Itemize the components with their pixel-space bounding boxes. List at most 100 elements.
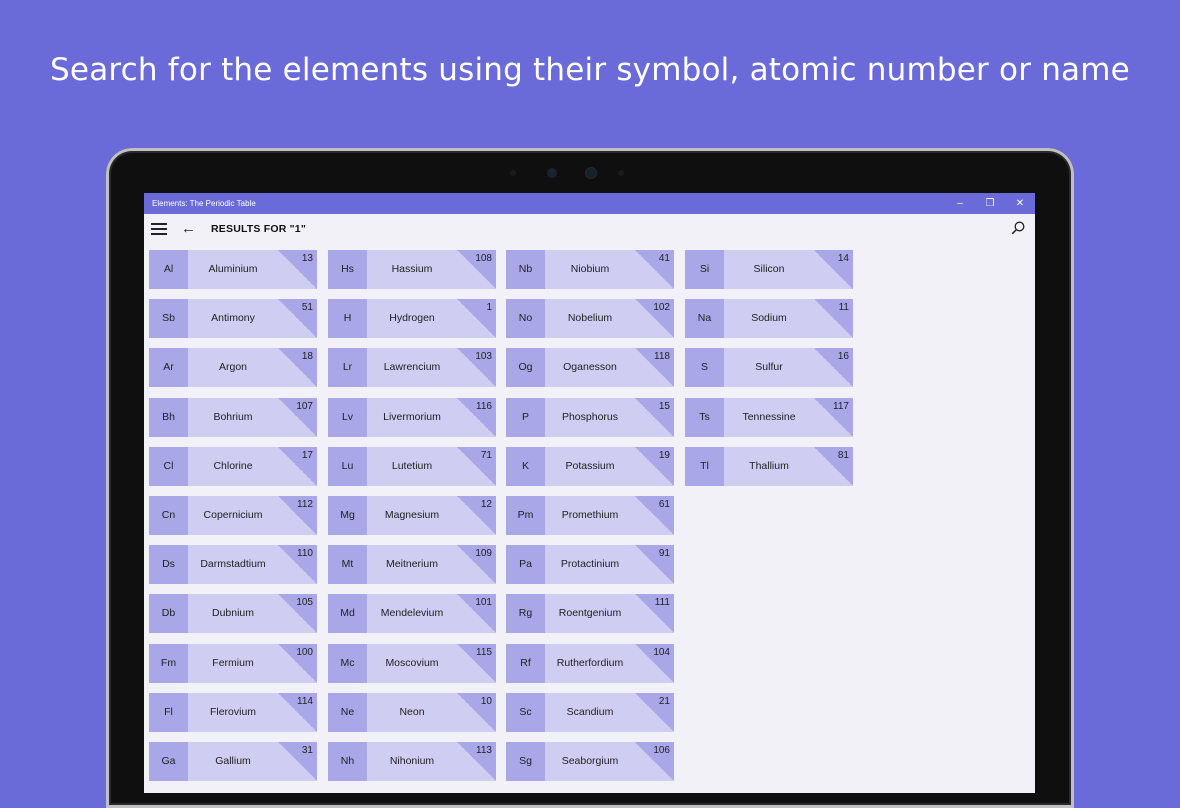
element-symbol: K [506, 447, 545, 486]
close-button[interactable]: ✕ [1005, 193, 1035, 214]
element-card[interactable]: Nh Nihonium 113 [328, 742, 496, 781]
element-card[interactable]: Fl Flerovium 114 [149, 693, 317, 732]
atomic-number: 10 [480, 696, 492, 707]
element-name: Meitnerium [386, 558, 438, 570]
element-name: Seaborgium [561, 755, 619, 767]
element-card[interactable]: Ds Darmstadtium 110 [149, 545, 317, 584]
atomic-number: 114 [297, 696, 313, 707]
element-card[interactable]: Bh Bohrium 107 [149, 398, 317, 437]
element-symbol: Og [506, 348, 545, 387]
element-symbol: Ne [328, 693, 367, 732]
element-name: Bohrium [213, 411, 253, 423]
atomic-number: 17 [301, 450, 313, 461]
atomic-number: 115 [476, 647, 492, 658]
atomic-number: 12 [480, 499, 492, 510]
atomic-number: 108 [475, 253, 492, 264]
atomic-number: 103 [475, 351, 492, 362]
element-card[interactable]: Nb Niobium 41 [506, 250, 674, 289]
element-card[interactable]: Lu Lutetium 71 [328, 447, 496, 486]
element-card[interactable]: Db Dubnium 105 [149, 594, 317, 633]
element-card[interactable]: Hs Hassium 108 [328, 250, 496, 289]
element-name: Neon [399, 706, 425, 718]
element-symbol: Db [149, 594, 188, 633]
atomic-number: 109 [475, 548, 492, 559]
atomic-number: 117 [833, 401, 849, 412]
element-card[interactable]: P Phosphorus 15 [506, 398, 674, 437]
atomic-number: 13 [301, 253, 313, 264]
element-name: Niobium [570, 263, 610, 275]
element-card[interactable]: Rf Rutherfordium 104 [506, 644, 674, 683]
element-symbol: Sc [506, 693, 545, 732]
atomic-number: 1 [486, 302, 492, 313]
element-name: Moscovium [385, 657, 439, 669]
element-name: Dubnium [211, 607, 255, 619]
element-card[interactable]: Sg Seaborgium 106 [506, 742, 674, 781]
camera-lens-icon [586, 168, 596, 178]
element-name: Gallium [215, 755, 251, 767]
element-symbol: Na [685, 299, 724, 338]
search-icon[interactable] [1010, 220, 1026, 236]
element-card[interactable]: Mt Meitnerium 109 [328, 545, 496, 584]
element-card[interactable]: Ts Tennessine 117 [685, 398, 853, 437]
element-symbol: Rg [506, 594, 545, 633]
element-card[interactable]: Rg Roentgenium 111 [506, 594, 674, 633]
atomic-number: 31 [301, 745, 313, 756]
element-symbol: Cn [149, 496, 188, 535]
element-name: Oganesson [563, 361, 617, 373]
element-symbol: Lr [328, 348, 367, 387]
atomic-number: 100 [296, 647, 313, 658]
element-name: Nobelium [567, 312, 613, 324]
element-card[interactable]: No Nobelium 102 [506, 299, 674, 338]
element-symbol: Mg [328, 496, 367, 535]
element-card[interactable]: Md Mendelevium 101 [328, 594, 496, 633]
atomic-number: 101 [475, 597, 492, 608]
element-symbol: Fl [149, 693, 188, 732]
element-name: Antimony [211, 312, 255, 324]
title-bar: Elements: The Periodic Table – ❐ ✕ [144, 193, 1035, 214]
element-card[interactable]: Cl Chlorine 17 [149, 447, 317, 486]
atomic-number: 105 [296, 597, 313, 608]
element-symbol: Fm [149, 644, 188, 683]
element-name: Sulfur [755, 361, 783, 373]
element-name: Hassium [391, 263, 433, 275]
element-symbol: Mt [328, 545, 367, 584]
atomic-number: 112 [297, 499, 313, 510]
element-name: Rutherfordium [556, 657, 624, 669]
element-card[interactable]: Tl Thallium 81 [685, 447, 853, 486]
element-name: Fermium [212, 657, 254, 669]
element-card[interactable]: Sb Antimony 51 [149, 299, 317, 338]
element-card[interactable]: Pm Promethium 61 [506, 496, 674, 535]
element-card[interactable]: Lv Livermorium 116 [328, 398, 496, 437]
element-name: Thallium [749, 460, 789, 472]
element-card[interactable]: Cn Copernicium 112 [149, 496, 317, 535]
element-symbol: Hs [328, 250, 367, 289]
element-card[interactable]: Og Oganesson 118 [506, 348, 674, 387]
element-name: Tennessine [742, 411, 796, 423]
element-card[interactable]: Fm Fermium 100 [149, 644, 317, 683]
element-name: Potassium [565, 460, 615, 472]
element-card[interactable]: Lr Lawrencium 103 [328, 348, 496, 387]
element-card[interactable]: Sc Scandium 21 [506, 693, 674, 732]
element-card[interactable]: Mc Moscovium 115 [328, 644, 496, 683]
back-arrow-icon[interactable]: ← [181, 220, 196, 237]
atomic-number: 102 [653, 302, 670, 313]
minimize-button[interactable]: – [945, 193, 975, 214]
element-name: Copernicium [203, 509, 263, 521]
element-card[interactable]: Al Aluminium 13 [149, 250, 317, 289]
element-card[interactable]: Mg Magnesium 12 [328, 496, 496, 535]
element-card[interactable]: Si Silicon 14 [685, 250, 853, 289]
element-card[interactable]: Na Sodium 11 [685, 299, 853, 338]
element-card[interactable]: Ar Argon 18 [149, 348, 317, 387]
atomic-number: 15 [658, 401, 670, 412]
hamburger-menu-icon[interactable] [151, 223, 167, 235]
promo-headline: Search for the elements using their symb… [50, 52, 1130, 88]
element-name: Protactinium [560, 558, 620, 570]
element-card[interactable]: Pa Protactinium 91 [506, 545, 674, 584]
element-card[interactable]: K Potassium 19 [506, 447, 674, 486]
element-symbol: Pa [506, 545, 545, 584]
element-card[interactable]: Ga Gallium 31 [149, 742, 317, 781]
element-card[interactable]: S Sulfur 16 [685, 348, 853, 387]
element-card[interactable]: Ne Neon 10 [328, 693, 496, 732]
restore-button[interactable]: ❐ [975, 193, 1005, 214]
element-card[interactable]: H Hydrogen 1 [328, 299, 496, 338]
